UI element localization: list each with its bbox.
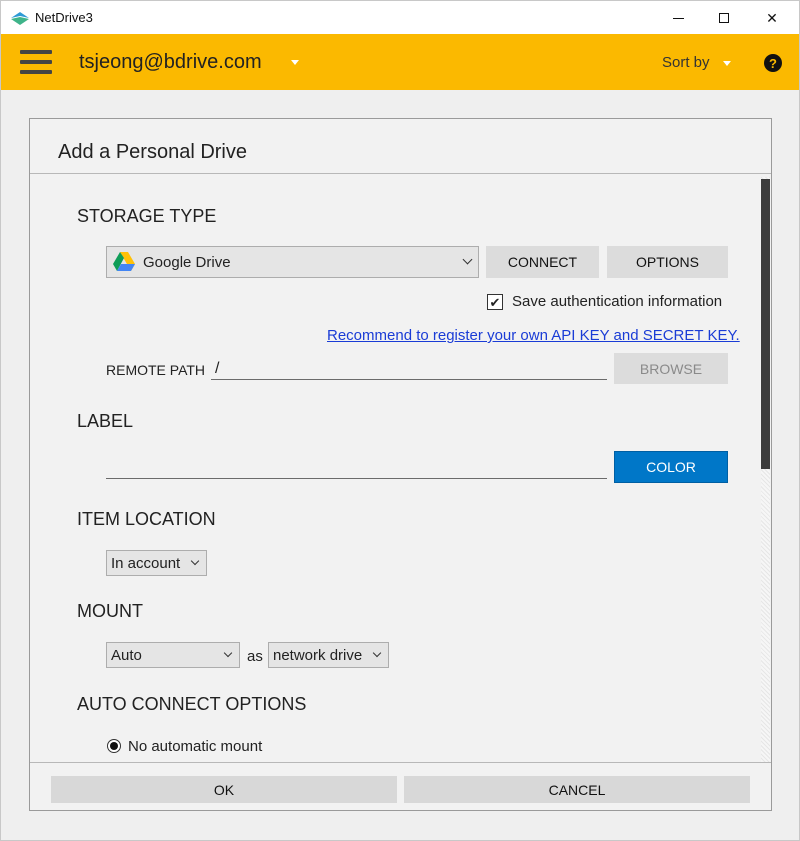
storage-type-heading: STORAGE TYPE [77, 206, 217, 226]
radio-selected-icon [110, 742, 118, 750]
app-header: tsjeong@bdrive.com Sort by ? [0, 34, 800, 90]
label-input[interactable] [106, 455, 607, 479]
mount-value: Auto [111, 646, 142, 664]
scrollbar-thumb[interactable] [761, 179, 770, 469]
divider [30, 762, 771, 763]
cancel-button[interactable]: CANCEL [404, 776, 750, 803]
chevron-down-icon[interactable] [723, 61, 731, 66]
api-key-link[interactable]: Recommend to register your own API KEY a… [327, 327, 740, 344]
mount-heading: MOUNT [77, 601, 143, 621]
color-button[interactable]: COLOR [614, 451, 728, 483]
chevron-down-icon [223, 648, 233, 658]
mount-select[interactable]: Auto [106, 642, 240, 668]
item-location-select[interactable]: In account [106, 550, 207, 576]
no-automatic-mount-label: No automatic mount [128, 738, 263, 755]
chevron-down-icon[interactable] [291, 60, 299, 65]
mount-as-label: as [247, 648, 263, 665]
chevron-down-icon [462, 254, 473, 265]
window-titlebar: NetDrive3 ✕ [0, 0, 800, 34]
close-icon: ✕ [766, 9, 778, 26]
chevron-down-icon [190, 556, 200, 566]
checkbox-checked-icon: ✔ [489, 294, 501, 310]
help-icon[interactable]: ? [764, 54, 782, 72]
options-button[interactable]: OPTIONS [607, 246, 728, 278]
connect-button[interactable]: CONNECT [486, 246, 599, 278]
item-location-value: In account [111, 554, 181, 572]
mount-type-value: network drive [273, 646, 363, 664]
label-heading: LABEL [77, 411, 134, 431]
close-button[interactable]: ✕ [749, 1, 795, 35]
ok-button[interactable]: OK [51, 776, 397, 803]
maximize-icon [719, 13, 729, 23]
sort-by-button[interactable]: Sort by [662, 54, 710, 71]
chevron-down-icon [372, 648, 382, 658]
window-title: NetDrive3 [35, 10, 93, 25]
storage-type-select[interactable]: Google Drive [106, 246, 479, 278]
minimize-icon [672, 17, 684, 19]
add-personal-drive-dialog: Add a Personal Drive STORAGE TYPE Google… [29, 118, 772, 811]
browse-button[interactable]: BROWSE [614, 353, 728, 384]
account-selector[interactable]: tsjeong@bdrive.com [79, 51, 262, 74]
save-auth-checkbox[interactable]: ✔ [487, 294, 503, 310]
netdrive-app-icon [11, 12, 29, 25]
hamburger-menu-icon[interactable] [20, 50, 52, 74]
dialog-content: STORAGE TYPE Google Drive CONNECT OPTION… [30, 174, 771, 762]
storage-type-value: Google Drive [143, 253, 231, 271]
mount-type-select[interactable]: network drive [268, 642, 389, 668]
no-automatic-mount-radio[interactable] [107, 739, 121, 753]
save-auth-label: Save authentication information [512, 293, 723, 310]
item-location-heading: ITEM LOCATION [77, 509, 216, 529]
dialog-title: Add a Personal Drive [58, 141, 247, 163]
maximize-button[interactable] [701, 1, 747, 35]
remote-path-input[interactable]: / [211, 356, 607, 380]
minimize-button[interactable] [655, 1, 701, 35]
google-drive-icon [113, 252, 135, 271]
remote-path-label: REMOTE PATH [106, 362, 206, 378]
auto-connect-heading: AUTO CONNECT OPTIONS [77, 694, 307, 714]
